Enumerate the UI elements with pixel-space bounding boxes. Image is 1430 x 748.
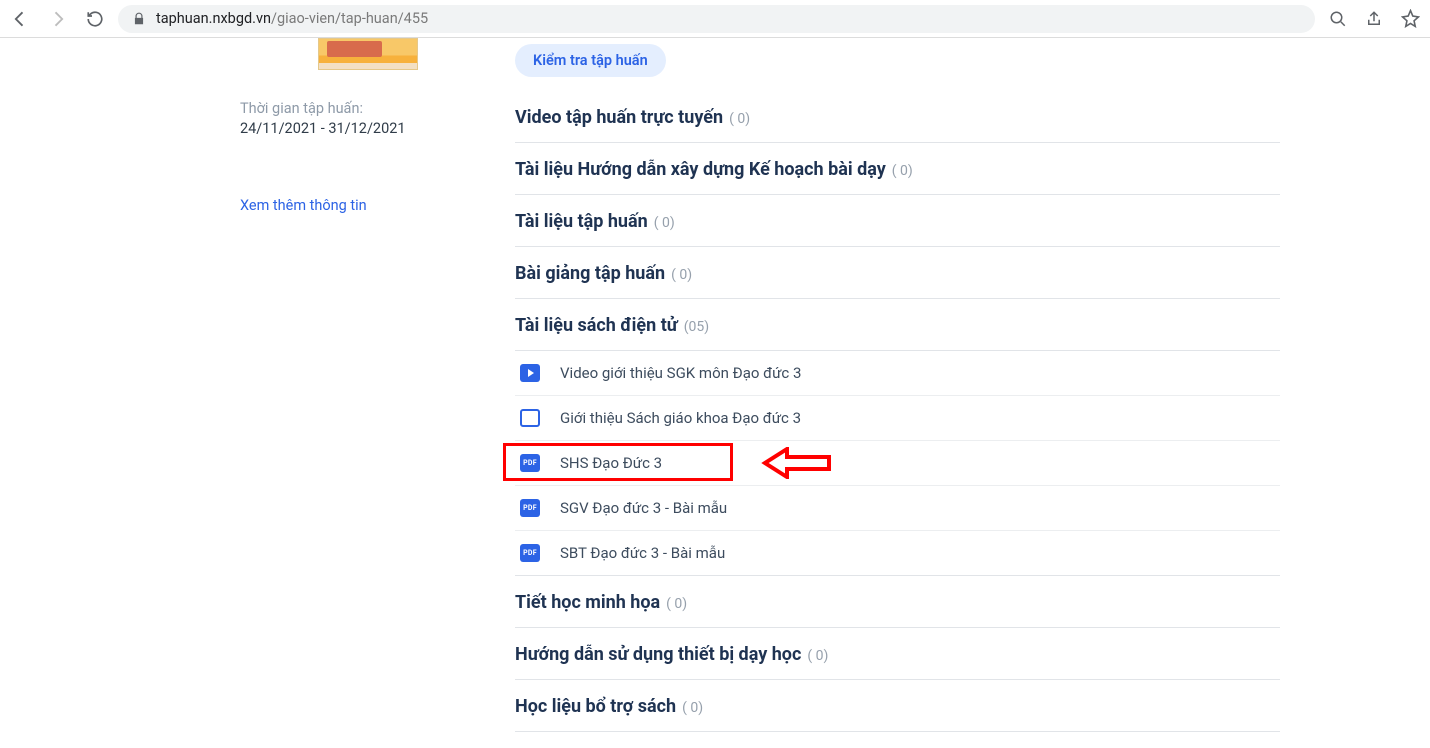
lock-icon: [132, 12, 146, 26]
resource-label: SHS Đạo Đức 3: [560, 454, 662, 472]
main-content: Kiểm tra tập huấn Video tập huấn trực tu…: [515, 38, 1430, 732]
section-after-2[interactable]: Học liệu bổ trợ sách ( 0): [515, 680, 1280, 732]
section-after-1[interactable]: Hướng dẫn sử dụng thiết bị dạy học ( 0): [515, 628, 1280, 680]
zoom-icon[interactable]: [1329, 10, 1347, 28]
resource-item[interactable]: Video giới thiệu SGK môn Đạo đức 3: [515, 351, 1280, 396]
section-count: ( 0): [682, 700, 703, 716]
training-time-label: Thời gian tập huấn:: [240, 100, 495, 117]
resource-label: SGV Đạo đức 3 - Bài mẫu: [560, 499, 727, 517]
section-count: (05): [684, 319, 709, 335]
reload-icon[interactable]: [86, 10, 104, 28]
section-title: Tiết học minh họa: [515, 592, 660, 613]
check-training-button[interactable]: Kiểm tra tập huấn: [515, 44, 666, 77]
back-icon[interactable]: [10, 9, 30, 29]
toolbar-right-icons: [1329, 9, 1420, 28]
resource-label: Video giới thiệu SGK môn Đạo đức 3: [560, 364, 801, 382]
resource-label: SBT Đạo đức 3 - Bài mẫu: [560, 544, 725, 562]
course-thumbnail: [318, 38, 418, 70]
section-title: Tài liệu tập huấn: [515, 211, 648, 232]
star-icon[interactable]: [1401, 9, 1420, 28]
resource-label: Giới thiệu Sách giáo khoa Đạo đức 3: [560, 409, 801, 427]
section-title: Hướng dẫn sử dụng thiết bị dạy học: [515, 644, 801, 665]
share-icon[interactable]: [1365, 10, 1383, 28]
section-3[interactable]: Bài giảng tập huấn ( 0): [515, 247, 1280, 299]
section-0[interactable]: Video tập huấn trực tuyến ( 0): [515, 91, 1280, 143]
resource-item[interactable]: PDF SBT Đạo đức 3 - Bài mẫu: [515, 531, 1280, 576]
pdf-icon: PDF: [520, 499, 540, 517]
training-time-range: 24/11/2021 - 31/12/2021: [240, 120, 495, 137]
pdf-icon: PDF: [520, 544, 540, 562]
section-title: Video tập huấn trực tuyến: [515, 107, 723, 128]
section-4[interactable]: Tài liệu sách điện tử (05): [515, 299, 1280, 351]
url-domain: taphuan.nxbgd.vn: [156, 10, 271, 27]
training-time-block: Thời gian tập huấn: 24/11/2021 - 31/12/2…: [240, 100, 495, 137]
more-info-link[interactable]: Xem thêm thông tin: [240, 197, 367, 214]
sidebar: Thời gian tập huấn: 24/11/2021 - 31/12/2…: [0, 38, 515, 732]
section-count: ( 0): [654, 215, 675, 231]
section-count: ( 0): [892, 163, 913, 179]
nav-arrows: [10, 9, 104, 29]
annotation-arrow-icon: [759, 447, 834, 483]
forward-icon[interactable]: [48, 9, 68, 29]
url-path: /giao-vien/tap-huan/455: [271, 10, 428, 27]
section-count: ( 0): [666, 596, 687, 612]
section-count: ( 0): [671, 267, 692, 283]
url-text: taphuan.nxbgd.vn/giao-vien/tap-huan/455: [156, 10, 428, 27]
section-1[interactable]: Tài liệu Hướng dẫn xây dựng Kế hoạch bài…: [515, 143, 1280, 195]
slides-icon: [520, 409, 540, 427]
section-title: Tài liệu sách điện tử: [515, 315, 678, 336]
pdf-icon: PDF: [520, 454, 540, 472]
address-bar[interactable]: taphuan.nxbgd.vn/giao-vien/tap-huan/455: [118, 5, 1315, 33]
browser-toolbar: taphuan.nxbgd.vn/giao-vien/tap-huan/455: [0, 0, 1430, 38]
section-title: Bài giảng tập huấn: [515, 263, 665, 284]
section-title: Tài liệu Hướng dẫn xây dựng Kế hoạch bài…: [515, 159, 886, 180]
resource-item[interactable]: Giới thiệu Sách giáo khoa Đạo đức 3: [515, 396, 1280, 441]
section-count: ( 0): [807, 648, 828, 664]
section-2[interactable]: Tài liệu tập huấn ( 0): [515, 195, 1280, 247]
video-icon: [520, 364, 540, 382]
section-after-0[interactable]: Tiết học minh họa ( 0): [515, 576, 1280, 628]
resource-item[interactable]: PDF SGV Đạo đức 3 - Bài mẫu: [515, 486, 1280, 531]
section-count: ( 0): [729, 111, 750, 127]
page-content: Thời gian tập huấn: 24/11/2021 - 31/12/2…: [0, 38, 1430, 732]
resource-item[interactable]: PDF SHS Đạo Đức 3: [515, 441, 1280, 486]
section-title: Học liệu bổ trợ sách: [515, 696, 676, 717]
